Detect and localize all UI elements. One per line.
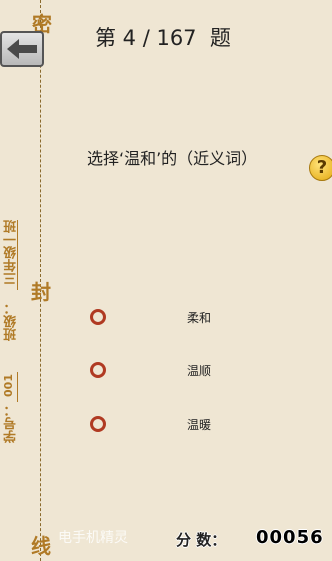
radio-icon[interactable] (90, 309, 106, 325)
question-text: 选择‘温和’的（近义词） (87, 149, 258, 168)
help-button[interactable]: ? (309, 155, 332, 181)
question-counter-title: 第 4 / 167 题 (95, 26, 231, 50)
option-label: 柔和 (187, 311, 212, 325)
option-3[interactable]: 温暖 (88, 414, 288, 438)
option-1[interactable]: 柔和 (88, 307, 288, 331)
student-id-underline (17, 372, 18, 402)
radio-icon[interactable] (90, 416, 106, 432)
student-id-value: 001 (2, 374, 15, 397)
score-value: 00056 (256, 527, 324, 548)
back-button[interactable] (0, 31, 44, 67)
question-mark-icon: ? (316, 157, 328, 178)
seal-char-feng: 封 (31, 280, 51, 304)
class-underline (17, 220, 18, 290)
seal-char-xian: 线 (31, 534, 51, 558)
watermark-text: 电手机精灵 (58, 530, 128, 546)
score-label: 分 数： (176, 531, 227, 549)
option-label: 温顺 (187, 364, 212, 378)
option-2[interactable]: 温顺 (88, 360, 288, 384)
back-arrow-icon (7, 39, 37, 59)
student-id-label: 学号： (4, 404, 19, 443)
option-label: 温暖 (187, 418, 212, 432)
radio-icon[interactable] (90, 362, 106, 378)
class-label: 班级： (4, 302, 19, 341)
class-value: 三年级一班 (4, 220, 19, 285)
